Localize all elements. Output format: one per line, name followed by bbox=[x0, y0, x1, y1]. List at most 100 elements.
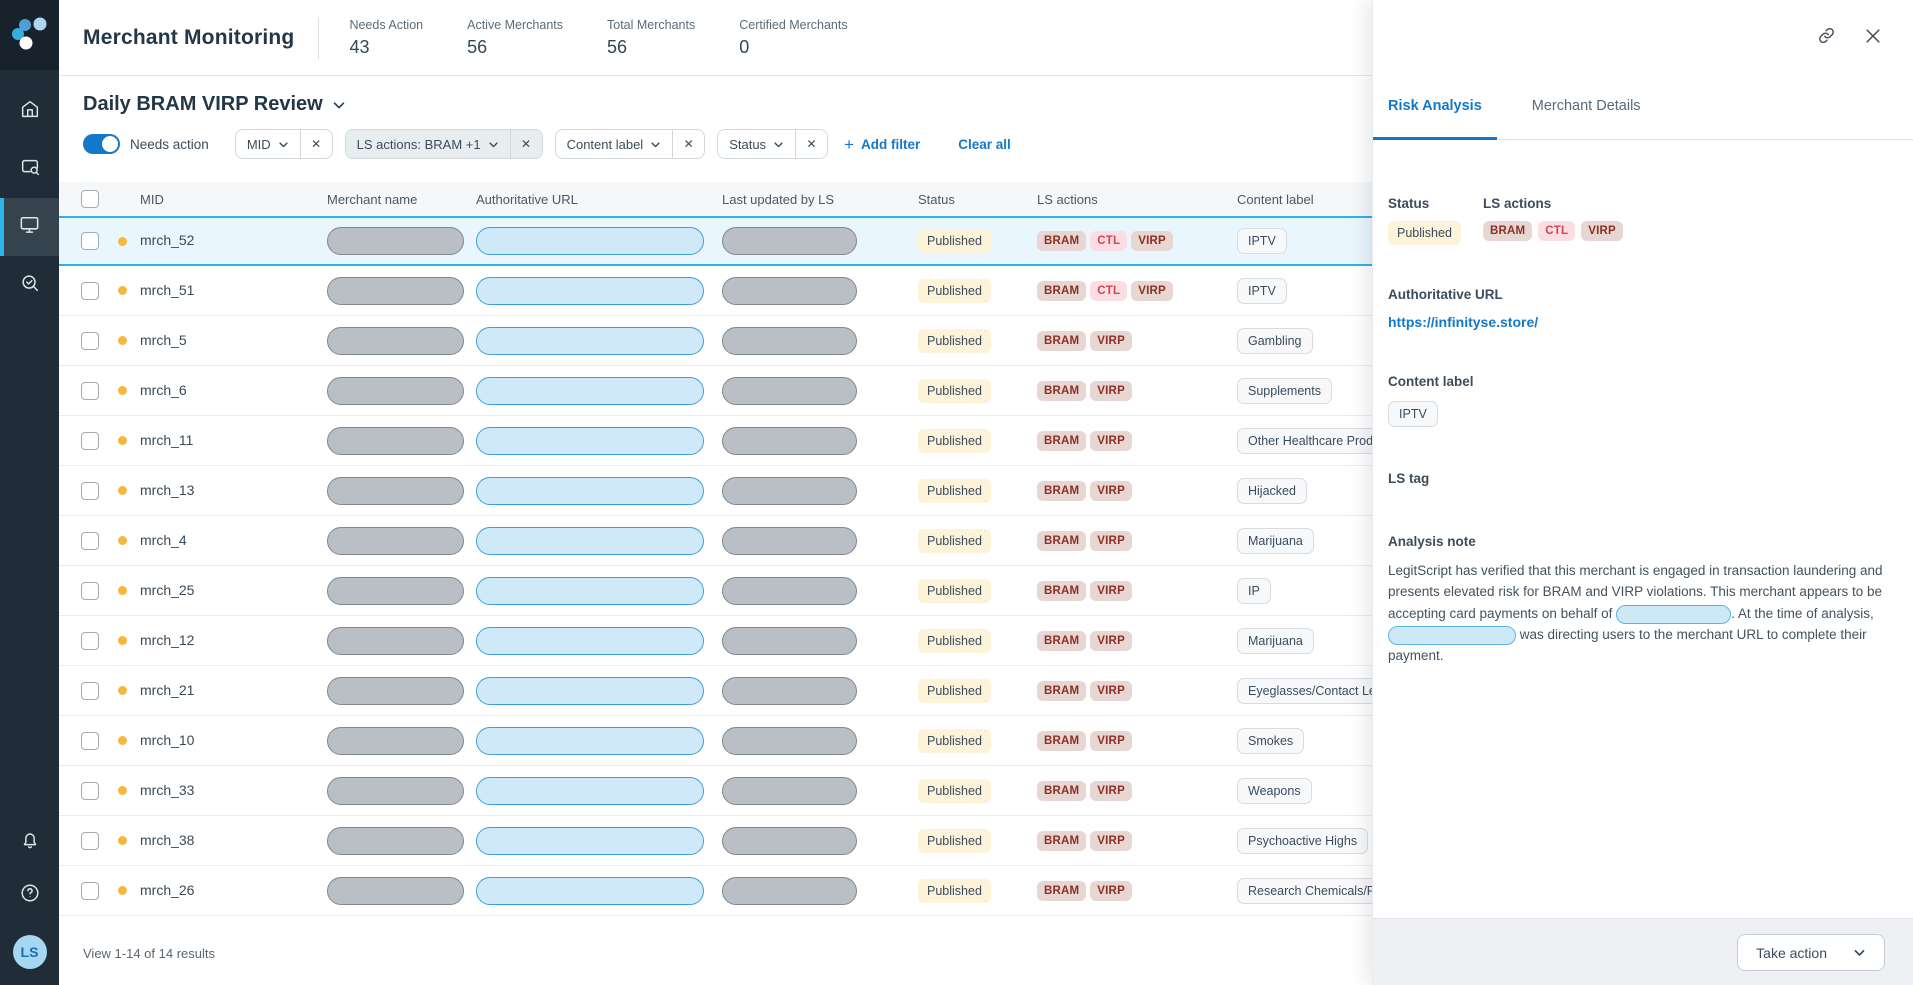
view-title-row[interactable]: Daily BRAM VIRP Review bbox=[83, 93, 1372, 116]
stat-value: 0 bbox=[739, 36, 750, 57]
filter-chip-remove[interactable]: ✕ bbox=[299, 130, 332, 158]
panel-tabs: Risk Analysis Merchant Details bbox=[1373, 76, 1913, 140]
table-row[interactable]: mrch_11 Published BRAM VIRP Other Healthcare… bbox=[59, 416, 1372, 466]
row-mid: mrch_21 bbox=[140, 681, 195, 698]
filter-chip-dropdown[interactable]: LS actions: BRAM +1 bbox=[346, 130, 510, 158]
filter-chip: MID ✕ bbox=[234, 129, 333, 159]
add-filter-button[interactable]: + Add filter bbox=[844, 136, 920, 153]
needs-action-dot bbox=[118, 586, 127, 595]
row-checkbox[interactable] bbox=[81, 381, 99, 400]
row-checkbox[interactable] bbox=[81, 731, 99, 750]
stat-value: 56 bbox=[607, 36, 628, 57]
row-checkbox[interactable] bbox=[81, 681, 99, 700]
row-checkbox[interactable] bbox=[81, 631, 99, 650]
row-content-label-badge: IPTV bbox=[1237, 228, 1287, 254]
table-row[interactable]: mrch_21 Published BRAM VIRP Eyeglasses/Conta… bbox=[59, 666, 1372, 716]
table-row[interactable]: mrch_26 Published BRAM VIRP Research Chemica… bbox=[59, 866, 1372, 916]
stat-label: Active Merchants bbox=[467, 17, 563, 32]
row-checkbox[interactable] bbox=[81, 831, 99, 850]
needs-action-dot bbox=[118, 436, 127, 445]
table-row[interactable]: mrch_13 Published BRAM VIRP Hijacked bbox=[59, 466, 1372, 516]
row-checkbox[interactable] bbox=[81, 331, 99, 350]
row-checkbox[interactable] bbox=[81, 431, 99, 450]
row-mid: mrch_33 bbox=[140, 781, 195, 798]
redacted-last-updated-pill bbox=[722, 626, 857, 655]
row-content-label-badge: Gambling bbox=[1237, 327, 1313, 354]
column-header-status: Status bbox=[918, 191, 955, 207]
sidebar-item-home[interactable] bbox=[0, 82, 59, 140]
row-status-badge: Published bbox=[918, 478, 991, 503]
authoritative-url-link[interactable]: https://infinityse.store/ bbox=[1388, 314, 1538, 330]
take-action-label: Take action bbox=[1756, 944, 1827, 961]
redacted-last-updated-pill bbox=[722, 676, 857, 705]
redacted-merchant-name-pill bbox=[327, 276, 464, 305]
table-row[interactable]: mrch_33 Published BRAM VIRP Weapons bbox=[59, 766, 1372, 816]
close-panel-icon[interactable] bbox=[1863, 26, 1883, 51]
panel-top-bar bbox=[1373, 0, 1913, 76]
row-ls-actions: BRAM VIRP bbox=[1037, 480, 1237, 501]
clear-all-button[interactable]: Clear all bbox=[958, 137, 1011, 152]
table-row[interactable]: mrch_51 Published BRAM CTL VIRP IPTV bbox=[59, 266, 1372, 316]
needs-action-toggle[interactable] bbox=[83, 134, 120, 154]
select-all-checkbox[interactable] bbox=[81, 190, 99, 208]
take-action-button[interactable]: Take action bbox=[1737, 934, 1885, 971]
filter-chip-dropdown[interactable]: Status bbox=[718, 130, 795, 158]
chevron-down-icon bbox=[488, 141, 498, 147]
row-ls-actions: BRAM CTL VIRP bbox=[1037, 231, 1237, 251]
filter-chip-remove[interactable]: ✕ bbox=[672, 130, 704, 158]
tab-risk-analysis[interactable]: Risk Analysis bbox=[1373, 76, 1497, 140]
row-mid: mrch_12 bbox=[140, 631, 195, 648]
ls-action-chip: VIRP bbox=[1131, 231, 1173, 251]
row-checkbox[interactable] bbox=[81, 581, 99, 600]
redacted-last-updated-pill bbox=[722, 376, 857, 405]
table-row[interactable]: mrch_6 Published BRAM VIRP Supplements bbox=[59, 366, 1372, 416]
sidebar-item-merchant-monitoring[interactable] bbox=[0, 198, 59, 256]
row-checkbox[interactable] bbox=[81, 281, 99, 300]
row-mid: mrch_4 bbox=[140, 531, 187, 548]
table-row[interactable]: mrch_10 Published BRAM VIRP Smokes bbox=[59, 716, 1372, 766]
table-row[interactable]: mrch_52 Published BRAM CTL VIRP IPTV bbox=[59, 216, 1372, 266]
table-row[interactable]: mrch_25 Published BRAM VIRP IP bbox=[59, 566, 1372, 616]
row-ls-actions: BRAM VIRP bbox=[1037, 630, 1237, 651]
redacted-merchant-name-pill bbox=[327, 776, 464, 805]
toggle-knob bbox=[102, 136, 118, 152]
chevron-down-icon bbox=[774, 141, 783, 147]
sidebar-item-merchant-lookup[interactable] bbox=[0, 140, 59, 198]
table-row[interactable]: mrch_38 Published BRAM VIRP Psychoactive Hig… bbox=[59, 816, 1372, 866]
help-icon[interactable] bbox=[19, 882, 41, 909]
filter-chip-dropdown[interactable]: MID bbox=[236, 130, 300, 158]
row-checkbox[interactable] bbox=[81, 481, 99, 500]
filter-chip-label: Status bbox=[729, 136, 767, 152]
row-status-badge: Published bbox=[918, 778, 991, 803]
row-checkbox[interactable] bbox=[81, 531, 99, 550]
needs-action-dot bbox=[118, 236, 127, 246]
filter-chip-remove[interactable]: ✕ bbox=[509, 130, 542, 158]
user-avatar[interactable]: LS bbox=[12, 935, 47, 969]
stat-label: Certified Merchants bbox=[739, 17, 848, 32]
notifications-bell-icon[interactable] bbox=[19, 829, 41, 856]
panel-status-badge: Published bbox=[1388, 221, 1461, 245]
chevron-down-icon bbox=[1854, 950, 1865, 956]
table-row[interactable]: mrch_4 Published BRAM VIRP Marijuana bbox=[59, 516, 1372, 566]
filter-chips: MID ✕ LS actions: BRAM +1 ✕ Content label ✕ St… bbox=[234, 129, 829, 159]
row-status-badge: Published bbox=[918, 328, 991, 353]
copy-link-icon[interactable] bbox=[1816, 25, 1837, 51]
table-row[interactable]: mrch_12 Published BRAM VIRP Marijuana bbox=[59, 616, 1372, 666]
row-ls-actions: BRAM VIRP bbox=[1037, 580, 1237, 601]
filter-chip-label: MID bbox=[246, 136, 271, 152]
table-row[interactable]: mrch_5 Published BRAM VIRP Gambling bbox=[59, 316, 1372, 366]
tab-merchant-details[interactable]: Merchant Details bbox=[1517, 76, 1656, 140]
row-checkbox[interactable] bbox=[81, 781, 99, 800]
row-mid: mrch_51 bbox=[140, 281, 195, 298]
column-header-content-label: Content label bbox=[1237, 191, 1314, 207]
row-checkbox[interactable] bbox=[81, 232, 99, 250]
sidebar-item-review[interactable] bbox=[0, 256, 59, 314]
row-checkbox[interactable] bbox=[81, 881, 99, 900]
panel-ls-actions-label: LS actions bbox=[1483, 196, 1552, 211]
redacted-auth-url-pill bbox=[476, 626, 704, 655]
redacted-auth-url-pill bbox=[476, 726, 704, 755]
home-icon bbox=[19, 98, 41, 125]
chevron-down-icon bbox=[651, 141, 660, 147]
filter-chip-remove[interactable]: ✕ bbox=[795, 130, 827, 158]
filter-chip-dropdown[interactable]: Content label bbox=[556, 130, 673, 158]
